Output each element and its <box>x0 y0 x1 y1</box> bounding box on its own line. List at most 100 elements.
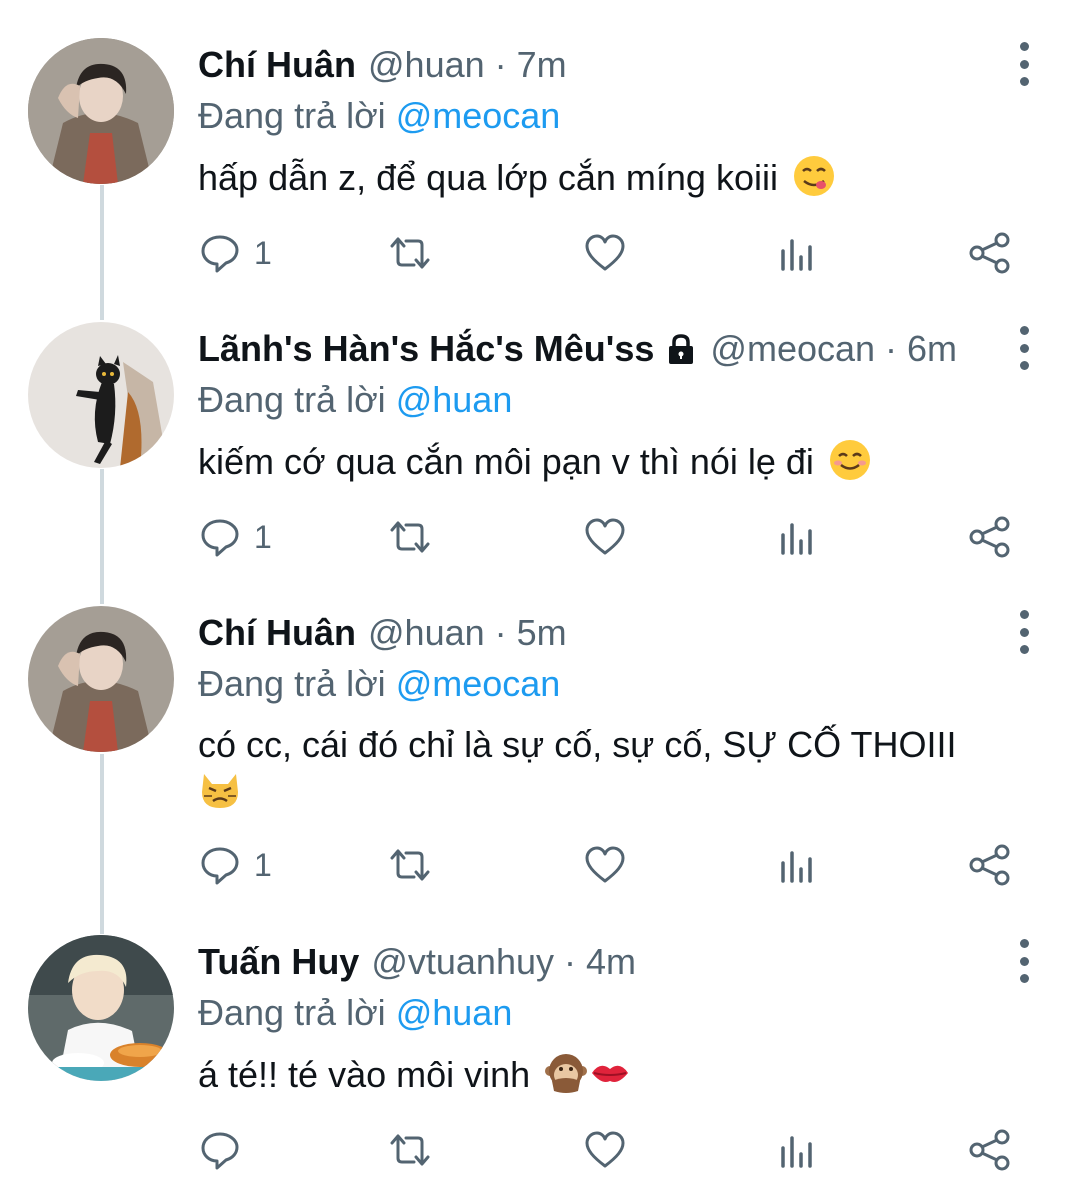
reply-button[interactable] <box>198 1125 254 1175</box>
display-name[interactable]: Chí Huân <box>198 47 356 83</box>
share-icon <box>969 516 1010 558</box>
replying-to-label: Đang trả lời <box>198 95 386 136</box>
retweet-icon <box>390 521 430 553</box>
smiling-face-emoji <box>829 440 870 480</box>
thread-line <box>100 469 104 604</box>
analytics-button[interactable] <box>775 512 819 562</box>
lock-icon <box>669 334 694 364</box>
analytics-button[interactable] <box>775 1125 819 1175</box>
tweet-text-content: á té!! té vào môi vinh <box>198 1054 531 1095</box>
retweet-button[interactable] <box>388 512 432 562</box>
more-options-icon[interactable] <box>1014 610 1034 654</box>
retweet-icon <box>390 1134 430 1166</box>
more-options-icon[interactable] <box>1014 42 1034 86</box>
replying-to: Đang trả lời @meocan <box>198 92 1020 140</box>
share-button[interactable] <box>968 512 1012 562</box>
mention-link[interactable]: @huan <box>396 992 513 1033</box>
pouting-cat-emoji <box>202 774 238 808</box>
heart-icon <box>585 1131 625 1168</box>
retweet-button[interactable] <box>388 840 432 890</box>
thread-line <box>100 185 104 320</box>
tweet-text: có cc, cái đó chỉ là sự cố, sự cố, SỰ CỐ… <box>198 722 1020 815</box>
heart-icon <box>585 234 625 271</box>
separator-dot: · <box>885 328 898 369</box>
analytics-button[interactable] <box>775 840 819 890</box>
analytics-icon <box>781 1136 812 1168</box>
user-handle[interactable]: @huan <box>368 47 485 83</box>
retweet-button[interactable] <box>388 228 432 278</box>
timestamp[interactable]: 5m <box>517 615 567 651</box>
reply-count: 1 <box>254 518 272 555</box>
analytics-icon <box>781 239 812 271</box>
analytics-icon <box>781 523 812 555</box>
thread-line <box>100 754 104 934</box>
mention-link[interactable]: @huan <box>396 379 513 420</box>
tweet-actions: 1 <box>198 512 1028 562</box>
kiss-mark-emoji <box>592 1065 629 1082</box>
reply-icon <box>201 847 239 885</box>
display-name[interactable]: Chí Huân <box>198 615 356 651</box>
replying-to-label: Đang trả lời <box>198 663 386 704</box>
separator-dot: · <box>494 612 507 653</box>
replying-to-label: Đang trả lời <box>198 379 386 420</box>
more-options-icon[interactable] <box>1014 326 1034 370</box>
share-button[interactable] <box>968 228 1012 278</box>
reply-button[interactable]: 1 <box>198 512 272 562</box>
share-icon <box>969 232 1010 274</box>
like-button[interactable] <box>583 840 627 890</box>
user-handle[interactable]: @huan <box>368 615 485 651</box>
replying-to: Đang trả lời @meocan <box>198 660 1020 708</box>
analytics-button[interactable] <box>775 228 819 278</box>
user-handle[interactable]: @meocan <box>710 331 875 367</box>
user-handle[interactable]: @vtuanhuy <box>371 944 554 980</box>
tweet-text-content: có cc, cái đó chỉ là sự cố, sự cố, SỰ CỐ… <box>198 724 957 765</box>
reply-button[interactable]: 1 <box>198 228 272 278</box>
retweet-icon <box>390 237 430 269</box>
replying-to-label: Đang trả lời <box>198 992 386 1033</box>
display-name[interactable]: Lãnh's Hàn's Hắc's Mêu'ss <box>198 331 654 367</box>
avatar[interactable] <box>28 935 174 1081</box>
display-name[interactable]: Tuấn Huy <box>198 944 359 980</box>
tweet-text-content: kiếm cớ qua cắn môi pạn v thì nói lẹ đi <box>198 441 814 482</box>
avatar[interactable] <box>28 606 174 752</box>
reply-icon <box>201 519 239 557</box>
avatar[interactable] <box>28 322 174 468</box>
tweet-text: kiếm cớ qua cắn môi pạn v thì nói lẹ đi <box>198 438 1020 485</box>
analytics-icon <box>781 851 812 883</box>
retweet-icon <box>390 849 430 881</box>
retweet-button[interactable] <box>388 1125 432 1175</box>
timestamp[interactable]: 6m <box>907 331 957 367</box>
like-button[interactable] <box>583 512 627 562</box>
more-options-icon[interactable] <box>1014 939 1034 983</box>
share-icon <box>969 844 1010 886</box>
separator-dot: · <box>494 44 507 85</box>
yum-face-emoji <box>794 156 834 196</box>
share-button[interactable] <box>968 840 1012 890</box>
separator-dot: · <box>564 941 576 982</box>
mention-link[interactable]: @meocan <box>396 95 561 136</box>
tweet-actions <box>198 1125 1028 1175</box>
tweet-actions: 1 <box>198 228 1028 278</box>
avatar[interactable] <box>28 38 174 184</box>
timestamp[interactable]: 4m <box>586 944 636 980</box>
reply-count: 1 <box>254 846 272 883</box>
share-button[interactable] <box>968 1125 1012 1175</box>
replying-to: Đang trả lời @huan <box>198 376 1020 424</box>
tweet-text: hấp dẫn z, để qua lớp cắn míng koiii <box>198 154 1020 201</box>
mention-link[interactable]: @meocan <box>396 663 561 704</box>
reply-count: 1 <box>254 234 272 271</box>
tweet-actions: 1 <box>198 840 1028 890</box>
heart-icon <box>585 518 625 555</box>
reply-icon <box>201 1132 239 1170</box>
reply-button[interactable]: 1 <box>198 840 272 890</box>
speak-no-evil-monkey-emoji <box>545 1054 588 1093</box>
like-button[interactable] <box>583 1125 627 1175</box>
replying-to: Đang trả lời @huan <box>198 989 1020 1037</box>
reply-icon <box>201 235 239 273</box>
tweet-text: á té!! té vào môi vinh <box>198 1051 1020 1098</box>
tweet-text-content: hấp dẫn z, để qua lớp cắn míng koiii <box>198 157 778 198</box>
heart-icon <box>585 846 625 883</box>
like-button[interactable] <box>583 228 627 278</box>
share-icon <box>969 1129 1010 1171</box>
timestamp[interactable]: 7m <box>517 47 567 83</box>
